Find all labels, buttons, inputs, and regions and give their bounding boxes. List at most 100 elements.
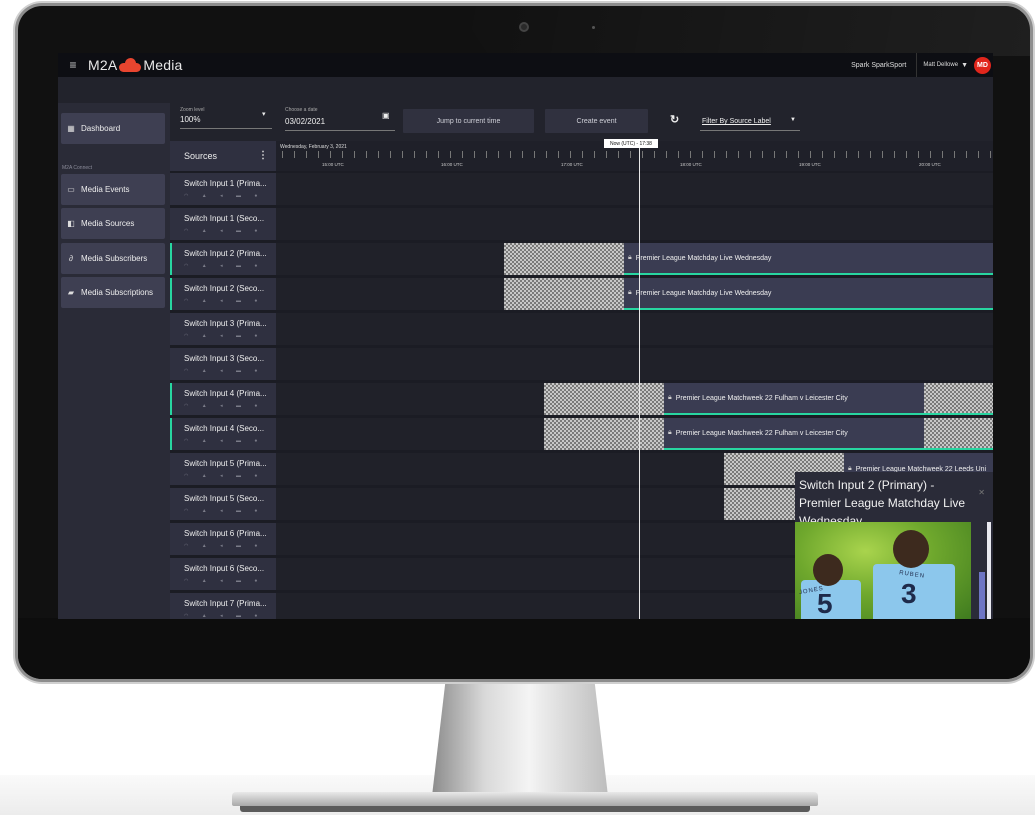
close-icon[interactable]: ✕: [978, 488, 985, 497]
source-cell[interactable]: Switch Input 1 (Prima... ◠ ▲ ◂ ▬ ●: [170, 173, 276, 205]
timeline-track[interactable]: [276, 173, 993, 205]
timeline-tick: [426, 151, 427, 158]
timeline-tick: [534, 151, 535, 158]
user-menu[interactable]: Matt Dellowe ▼: [917, 62, 974, 69]
source-cell[interactable]: Switch Input 5 (Prima... ◠ ▲ ◂ ▬ ●: [170, 453, 276, 485]
create-event-button[interactable]: Create event: [545, 109, 648, 133]
caret-down-icon[interactable]: ▾: [262, 110, 266, 118]
monitor-chin: [18, 618, 1030, 679]
app-logo[interactable]: M2A Media: [88, 57, 183, 73]
calendar-icon[interactable]: ▣: [382, 111, 390, 120]
timeline-tick: [582, 151, 583, 158]
lock-icon: 🔒︎: [668, 394, 672, 401]
event-block[interactable]: 🔒︎ Premier League Matchweek 22 Fulham v L…: [664, 418, 924, 450]
timeline-tick: [954, 151, 955, 158]
timeline-track[interactable]: 🔒︎ Premier League Matchweek 22 Fulham v L…: [276, 418, 993, 450]
timeline-tick: [822, 151, 823, 158]
event-block[interactable]: 🔒︎ Premier League Matchday Live Wednesday: [624, 243, 993, 275]
sidebar-section-label: M2A Connect: [62, 165, 93, 171]
sidebar-item-media-events[interactable]: ▭ Media Events: [61, 174, 165, 205]
source-cell[interactable]: Switch Input 5 (Seco... ◠ ▲ ◂ ▬ ●: [170, 488, 276, 520]
timeline-track[interactable]: [276, 208, 993, 240]
source-name: Switch Input 6 (Seco...: [184, 564, 265, 573]
date-underline: [285, 130, 395, 131]
timeline-tick: [666, 151, 667, 158]
event-preroll-block[interactable]: [544, 418, 664, 450]
avatar[interactable]: MD: [974, 56, 991, 74]
sources-title: Sources: [184, 151, 218, 161]
timeline-track[interactable]: 🔒︎ Premier League Matchday Live Wednesday: [276, 278, 993, 310]
more-vertical-icon[interactable]: ⋮: [258, 150, 268, 161]
timeline-track[interactable]: 🔒︎ Premier League Matchweek 22 Fulham v L…: [276, 383, 993, 415]
sidebar-item-dashboard[interactable]: ▦ Dashboard: [61, 113, 165, 144]
timeline-track[interactable]: 🔒︎ Premier League Matchday Live Wednesday: [276, 243, 993, 275]
lock-icon: 🔒︎: [628, 254, 632, 261]
timeline-tick: [498, 151, 499, 158]
zoom-underline: [180, 128, 272, 129]
source-cell[interactable]: Switch Input 7 (Prima... ◠ ▲ ◂ ▬ ●: [170, 593, 276, 619]
event-title: Premier League Matchweek 22 Fulham v Lei…: [675, 394, 848, 402]
source-cell[interactable]: Switch Input 6 (Seco... ◠ ▲ ◂ ▬ ●: [170, 558, 276, 590]
event-preroll-block[interactable]: [504, 243, 624, 275]
timeline-track[interactable]: [276, 313, 993, 345]
date-input[interactable]: 03/02/2021: [285, 117, 325, 126]
timeline-tick: [738, 151, 739, 158]
event-block[interactable]: 🔒︎ Premier League Matchday Live Wednesday: [624, 278, 993, 310]
timeline-tick: [966, 151, 967, 158]
source-cell[interactable]: Switch Input 3 (Prima... ◠ ▲ ◂ ▬ ●: [170, 313, 276, 345]
timeline-tick: [342, 151, 343, 158]
source-cell[interactable]: Switch Input 4 (Prima... ◠ ▲ ◂ ▬ ●: [170, 383, 276, 415]
source-cell[interactable]: Switch Input 2 (Prima... ◠ ▲ ◂ ▬ ●: [170, 243, 276, 275]
sources-header: Sources ⋮: [170, 141, 276, 171]
timeline-tick: [294, 151, 295, 158]
source-cell[interactable]: Switch Input 4 (Seco... ◠ ▲ ◂ ▬ ●: [170, 418, 276, 450]
source-cell[interactable]: Switch Input 2 (Seco... ◠ ▲ ◂ ▬ ●: [170, 278, 276, 310]
event-preroll-block[interactable]: [924, 418, 993, 450]
timeline-tick: [786, 151, 787, 158]
timeline-tick: [870, 151, 871, 158]
timeline-tick: [906, 151, 907, 158]
timeline-tick: [942, 151, 943, 158]
sidebar-item-media-subscriptions[interactable]: ▰ Media Subscriptions: [61, 277, 165, 308]
event-preroll-block[interactable]: [544, 383, 664, 415]
source-cell[interactable]: Switch Input 6 (Prima... ◠ ▲ ◂ ▬ ●: [170, 523, 276, 555]
hour-label: 17:00 UTC: [561, 162, 583, 167]
event-block[interactable]: 🔒︎ Premier League Matchweek 22 Fulham v L…: [664, 383, 924, 415]
menu-icon[interactable]: ≡: [58, 58, 88, 72]
sensor-dot: [592, 26, 595, 29]
calendar-icon: ▭: [67, 185, 75, 194]
timeline-header: Wednesday, February 3, 2021 15:00 UTC 16:…: [276, 139, 993, 171]
timeline-tick: [858, 151, 859, 158]
source-name: Switch Input 3 (Seco...: [184, 354, 265, 363]
source-cell[interactable]: Switch Input 3 (Seco... ◠ ▲ ◂ ▬ ●: [170, 348, 276, 380]
subscription-icon: ▰: [67, 288, 75, 297]
timeline-track[interactable]: [276, 348, 993, 380]
timeline-tick: [678, 151, 679, 158]
jump-to-current-time-button[interactable]: Jump to current time: [403, 109, 534, 133]
sidebar-item-label: Media Subscribers: [81, 254, 148, 263]
hour-label: 20:00 UTC: [919, 162, 941, 167]
event-preroll-block[interactable]: [504, 278, 624, 310]
event-preview-popup[interactable]: Switch Input 2 (Primary) - Premier Leagu…: [795, 472, 993, 619]
popup-side-bar: [979, 572, 985, 619]
timeline-tick: [486, 151, 487, 158]
timeline-tick: [462, 151, 463, 158]
timeline-tick: [918, 151, 919, 158]
source-cell[interactable]: Switch Input 1 (Seco... ◠ ▲ ◂ ▬ ●: [170, 208, 276, 240]
timeline-tick: [306, 151, 307, 158]
zoom-label: Zoom level: [180, 107, 205, 113]
sidebar-item-media-subscribers[interactable]: ∂ Media Subscribers: [61, 243, 165, 274]
refresh-icon[interactable]: ↻: [670, 113, 679, 126]
event-preroll-block[interactable]: [924, 383, 993, 415]
source-name: Switch Input 4 (Prima...: [184, 389, 267, 398]
caret-down-icon[interactable]: ▼: [790, 117, 796, 123]
source-status-icons: ◠ ▲ ◂ ▬ ●: [184, 578, 264, 584]
timeline-ticks: 15:00 UTC 16:00 UTC 17:00 UTC 18:00 UTC 19:0…: [276, 151, 993, 167]
timeline-tick: [894, 151, 895, 158]
timeline-tick: [390, 151, 391, 158]
filter-by-source-label[interactable]: Filter By Source Label: [702, 118, 771, 125]
sidebar-item-media-sources[interactable]: ◧ Media Sources: [61, 208, 165, 239]
zoom-select[interactable]: 100%: [180, 115, 200, 124]
timeline-row: Switch Input 3 (Seco... ◠ ▲ ◂ ▬ ●: [170, 348, 993, 380]
source-name: Switch Input 1 (Prima...: [184, 179, 267, 188]
